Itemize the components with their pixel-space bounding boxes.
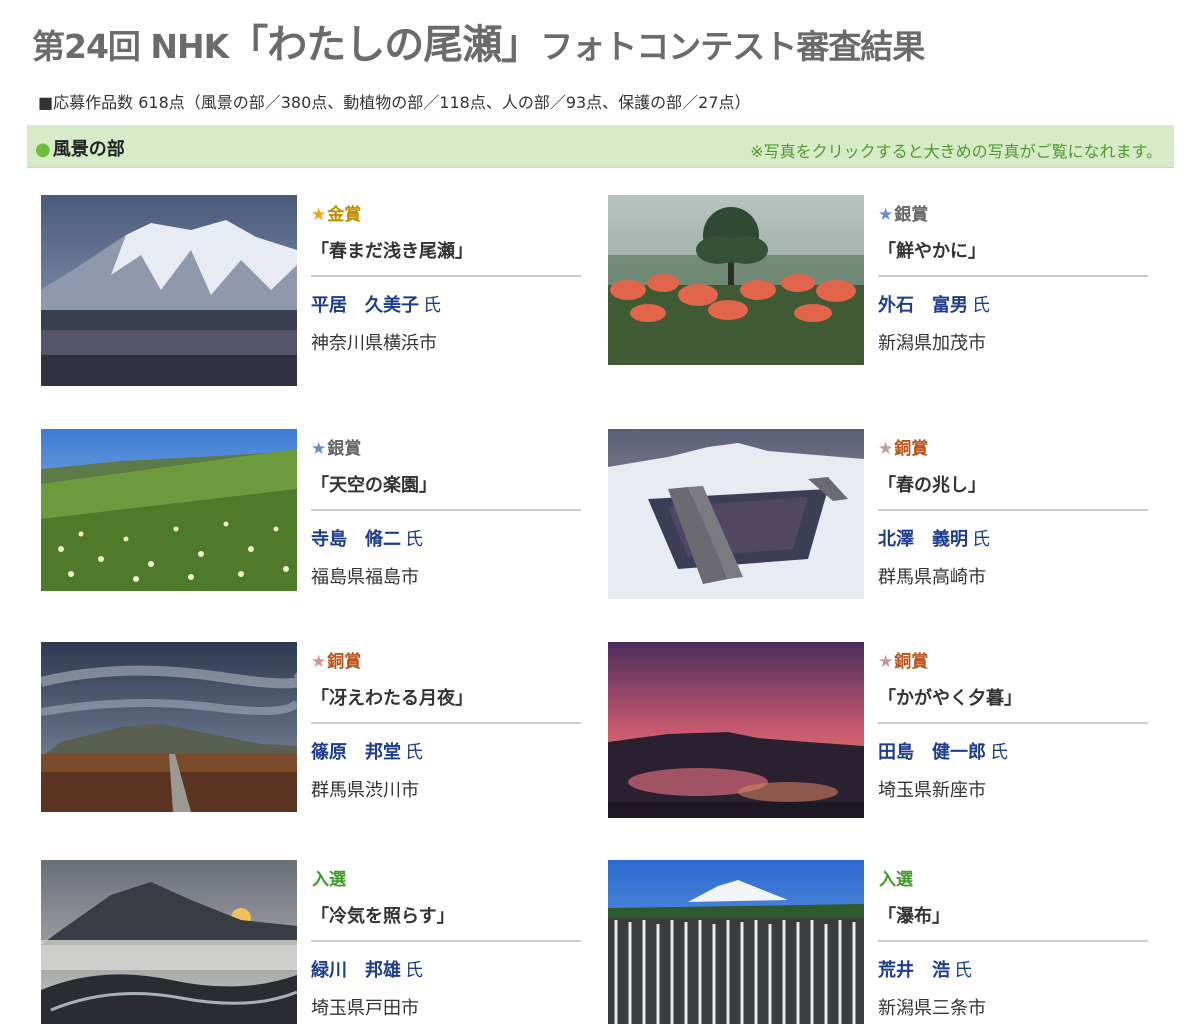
photo-title: 「春の兆し」 xyxy=(878,471,1148,511)
photo-title: 「天空の楽園」 xyxy=(311,471,581,511)
photographer-name: 外石 富男氏 xyxy=(878,295,990,316)
sunset-pond-photo[interactable] xyxy=(608,642,864,818)
misty-dawn-photo[interactable] xyxy=(41,860,297,1024)
section-title-label: 風景の部 xyxy=(52,139,125,160)
star-icon: ★ xyxy=(878,439,894,459)
photographer-name: 寺島 脩二氏 xyxy=(311,529,423,550)
entry-summary: ■応募作品数 618点（風景の部／380点、動植物の部／118点、人の部／93点… xyxy=(38,93,751,112)
green-dot-icon: ● xyxy=(35,139,51,160)
photo-title: 「春まだ浅き尾瀬」 xyxy=(311,237,581,277)
photographer-name: 荒井 浩氏 xyxy=(878,960,972,981)
section-note: ※写真をクリックすると大きめの写真がご覧になれます。 xyxy=(750,142,1162,161)
photographer-location: 神奈川県横浜市 xyxy=(311,333,437,354)
section-header: ● 風景の部 ※写真をクリックすると大きめの写真がご覧になれます。 xyxy=(27,125,1174,168)
photographer-location: 群馬県高崎市 xyxy=(878,567,986,588)
photographer-location: 埼玉県戸田市 xyxy=(311,998,419,1019)
photo-title: 「瀑布」 xyxy=(878,902,1148,942)
star-icon: ★ xyxy=(311,205,327,225)
photographer-location: 埼玉県新座市 xyxy=(878,780,986,801)
award-label: ★銅賞 xyxy=(878,652,929,672)
photographer-location: 新潟県三条市 xyxy=(878,998,986,1019)
photo-title: 「鮮やかに」 xyxy=(878,237,1148,277)
photographer-name: 田島 健一郎氏 xyxy=(878,742,1008,763)
title-prefix: 第24回 NHK xyxy=(32,27,229,66)
photographer-name: 平居 久美子氏 xyxy=(311,295,441,316)
frost-forest-photo[interactable] xyxy=(608,860,864,1024)
flower-meadow-photo[interactable] xyxy=(41,429,297,591)
photo-title: 「冴えわたる月夜」 xyxy=(311,684,581,724)
night-marsh-photo[interactable] xyxy=(41,642,297,812)
star-icon: ★ xyxy=(878,652,894,672)
photo-title: 「かがやく夕暮」 xyxy=(878,684,1148,724)
star-icon: ★ xyxy=(311,439,327,459)
section-title: ● 風景の部 xyxy=(35,135,125,161)
tree-flowers-photo[interactable] xyxy=(608,195,864,365)
photographer-name: 緑川 邦雄氏 xyxy=(311,960,423,981)
page-title: 第24回 NHK「わたしの尾瀬」フォトコンテスト審査結果 xyxy=(32,12,925,70)
award-label: 入選 xyxy=(312,870,346,890)
star-icon: ★ xyxy=(878,205,894,225)
photographer-name: 篠原 邦堂氏 xyxy=(311,742,423,763)
photographer-location: 福島県福島市 xyxy=(311,567,419,588)
award-label: ★銅賞 xyxy=(311,652,362,672)
star-icon: ★ xyxy=(311,652,327,672)
award-label: ★銀賞 xyxy=(311,439,362,459)
award-label: ★銀賞 xyxy=(878,205,929,225)
title-suffix: フォトコンテスト審査結果 xyxy=(540,27,925,66)
photographer-location: 群馬県渋川市 xyxy=(311,780,419,801)
photographer-location: 新潟県加茂市 xyxy=(878,333,986,354)
award-label: ★金賞 xyxy=(311,205,362,225)
snow-boardwalk-photo[interactable] xyxy=(608,429,864,599)
title-main: 「わたしの尾瀬」 xyxy=(228,22,541,68)
snowy-mountain-photo[interactable] xyxy=(41,195,297,386)
photo-title: 「冷気を照らす」 xyxy=(311,902,581,942)
award-label: 入選 xyxy=(879,870,913,890)
award-label: ★銅賞 xyxy=(878,439,929,459)
photographer-name: 北澤 義明氏 xyxy=(878,529,990,550)
